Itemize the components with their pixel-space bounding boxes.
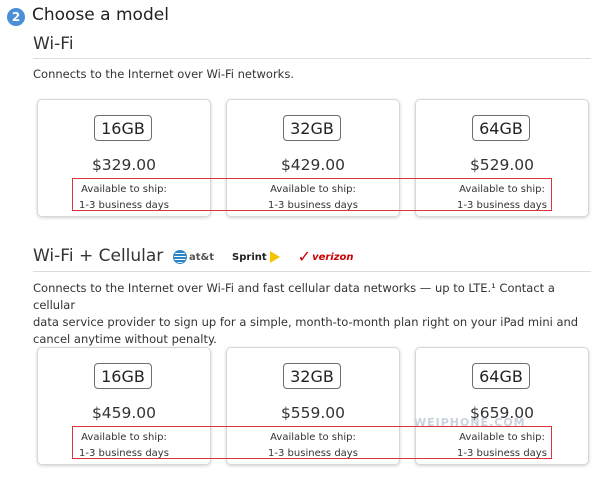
verizon-logo-text: verizon: [312, 251, 354, 263]
price: $559.00: [280, 404, 346, 422]
sprint-logo-text: Sprint: [232, 251, 267, 263]
capacity-label: 32GB: [283, 363, 341, 389]
price: $529.00: [469, 156, 535, 174]
att-logo: at&t: [173, 250, 214, 264]
cellular-description-line: Connects to the Internet over Wi-Fi and …: [33, 281, 555, 312]
capacity-label: 64GB: [472, 115, 530, 141]
sprint-wing-icon: [269, 251, 280, 263]
cellular-section-title: Wi-Fi + Cellular: [33, 246, 164, 266]
capacity-label: 32GB: [283, 115, 341, 141]
price: $429.00: [280, 156, 346, 174]
cellular-description-line: data service provider to sign up for a s…: [33, 315, 579, 329]
wifi-description: Connects to the Internet over Wi-Fi netw…: [33, 67, 294, 81]
price: $329.00: [91, 156, 157, 174]
capacity-label: 64GB: [472, 363, 530, 389]
att-logo-text: at&t: [189, 251, 215, 263]
watermark: WEIPHONE.COM: [414, 416, 526, 429]
wifi-section-title: Wi-Fi: [33, 34, 74, 54]
sprint-logo: Sprint: [232, 251, 280, 263]
capacity-label: 16GB: [94, 115, 152, 141]
carrier-logos: at&t Sprint ✓ verizon: [173, 246, 354, 268]
cellular-description-line: cancel anytime without penalty.: [33, 332, 217, 346]
cellular-description: Connects to the Internet over Wi-Fi and …: [33, 280, 588, 348]
wifi-divider: [33, 58, 591, 59]
verizon-check-icon: ✓: [297, 247, 312, 266]
shipping-highlight-box-wifi: [72, 178, 552, 211]
att-globe-icon: [173, 250, 187, 264]
cellular-divider: [33, 271, 591, 272]
verizon-logo: ✓ verizon: [298, 249, 354, 265]
shipping-highlight-box-cellular: [72, 426, 552, 459]
capacity-label: 16GB: [94, 363, 152, 389]
page-title: Choose a model: [32, 5, 169, 25]
price: $459.00: [91, 404, 157, 422]
step-number-badge: 2: [7, 8, 25, 26]
